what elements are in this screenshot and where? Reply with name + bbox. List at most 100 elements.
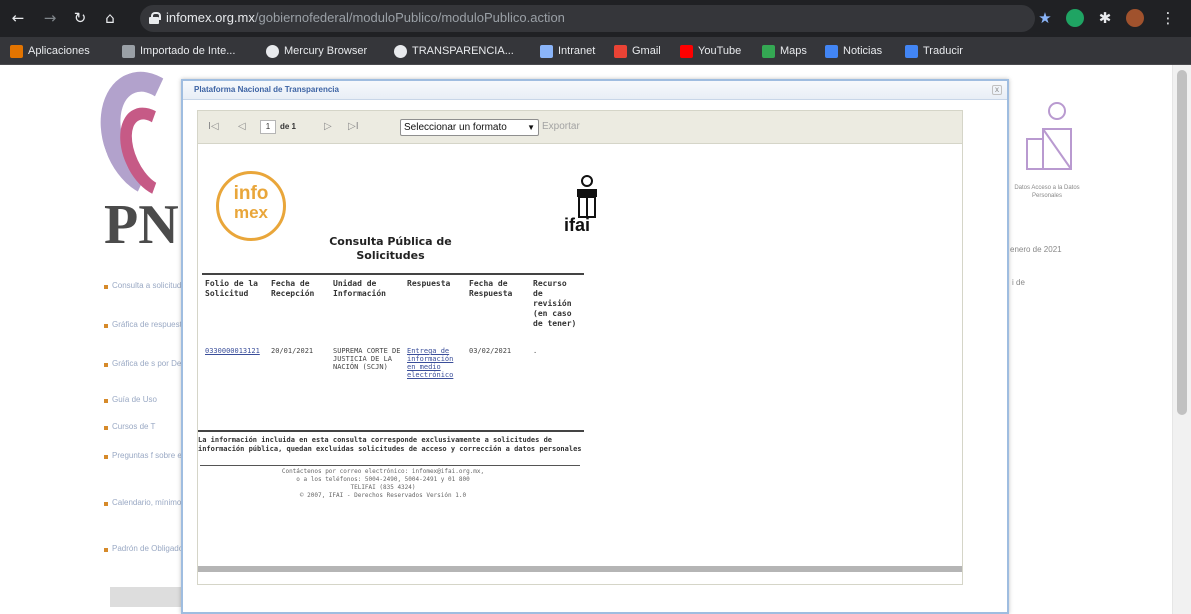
gmail-icon — [614, 44, 627, 58]
infomex-logo-line1: info — [233, 183, 269, 204]
bookmark-gmail[interactable]: Gmail — [614, 43, 661, 59]
contact-line: © 2007, IFAI - Derechos Reservados Versi… — [299, 492, 467, 499]
address-bar[interactable]: infomex.org.mx/gobiernofederal/moduloPub… — [140, 5, 1035, 32]
extensions-puzzle-icon[interactable]: ✱ — [1095, 8, 1115, 28]
bullet-icon — [104, 502, 108, 506]
side-link[interactable]: Cursos de T — [112, 422, 187, 432]
contact-line: o a los teléfonos: 5004-2490, 5004-2491 … — [296, 476, 470, 483]
profile-avatar-icon[interactable] — [1126, 9, 1144, 27]
chevron-down-icon: ▼ — [527, 123, 535, 132]
footer-image — [110, 587, 182, 607]
bookmark-transparencia[interactable]: TRANSPARENCIA... — [394, 43, 514, 59]
respuesta-link[interactable]: Entrega de información en medio electrón… — [407, 347, 453, 379]
folder-icon — [122, 44, 135, 58]
home-icon[interactable]: ⌂ — [100, 8, 120, 28]
report-modal: Plataforma Nacional de Transparencia x I… — [181, 79, 1009, 614]
bullet-icon — [104, 548, 108, 552]
side-link[interactable]: Gráfica de respuestas a s — [112, 320, 187, 330]
fecha-respuesta-cell: 03/02/2021 — [469, 347, 512, 355]
side-link[interactable]: Calendario, mínimos de la Nacional de Tr — [112, 498, 187, 508]
last-page-icon[interactable]: ▷I — [348, 121, 359, 132]
folio-cell[interactable]: 0330000013121 — [202, 345, 268, 381]
browser-toolbar: ← → ↻ ⌂ infomex.org.mx/gobiernofederal/m… — [0, 0, 1191, 37]
bookmark-label: YouTube — [698, 45, 742, 57]
export-format-select[interactable]: Seleccionar un formato ▼ — [400, 119, 539, 136]
bookmark-imported[interactable]: Importado de Inte... — [122, 43, 235, 59]
bookmark-youtube[interactable]: YouTube — [680, 43, 741, 59]
next-page-icon[interactable]: ▷ — [324, 121, 332, 132]
contact-info: Contáctenos por correo electrónico: info… — [258, 468, 508, 500]
bookmark-label: Importado de Inte... — [140, 45, 236, 57]
news-icon — [825, 44, 838, 58]
side-link[interactable]: Padrón de Obligados — [112, 544, 187, 554]
bg-right-caption: Datos Acceso a la Datos Personales — [1014, 185, 1080, 199]
url-text[interactable]: infomex.org.mx/gobiernofederal/moduloPub… — [166, 10, 565, 25]
bookmarks-bar: Aplicaciones Importado de Inte... Mercur… — [0, 37, 1191, 65]
translate-icon — [905, 44, 918, 58]
bookmark-traducir[interactable]: Traducir — [905, 43, 963, 59]
prev-page-icon[interactable]: ◁ — [238, 121, 246, 132]
modal-titlebar: Plataforma Nacional de Transparencia x — [183, 81, 1007, 100]
bookmark-label: Noticias — [843, 45, 883, 57]
url-path: /gobiernofederal/moduloPublico/moduloPub… — [254, 10, 565, 25]
bookmark-mercury[interactable]: Mercury Browser — [266, 43, 367, 59]
table-row: 0330000013121 20/01/2021 SUPREMA CORTE D… — [202, 345, 584, 381]
extension-green-icon[interactable] — [1066, 9, 1084, 27]
report-title: Consulta Pública de Solicitudes — [329, 235, 452, 262]
divider — [200, 465, 580, 466]
back-arrow-icon[interactable]: ← — [8, 8, 28, 28]
bookmark-maps[interactable]: Maps — [762, 43, 807, 59]
report-viewer: I◁ ◁ 1 de 1 ▷ ▷I Seleccionar un formato … — [197, 110, 963, 585]
recurso-cell: . — [533, 347, 538, 355]
ifai-logo-text: ifai — [564, 215, 591, 235]
forward-arrow-icon[interactable]: → — [40, 8, 60, 28]
column-header: Fecha de Recepción — [268, 273, 330, 331]
close-icon[interactable]: x — [992, 85, 1002, 95]
intranet-icon — [540, 44, 553, 58]
report-toolbar: I◁ ◁ 1 de 1 ▷ ▷I Seleccionar un formato … — [198, 111, 962, 144]
side-link[interactable]: Guía de Uso — [112, 395, 187, 405]
side-link[interactable]: Preguntas f sobre el acceso información … — [112, 451, 187, 461]
bookmark-label: Traducir — [923, 45, 963, 57]
report-horizontal-scrollbar[interactable] — [198, 566, 962, 572]
bookmark-noticias[interactable]: Noticias — [825, 43, 882, 59]
column-header: Folio de la Solicitud — [202, 273, 268, 331]
side-link[interactable]: Gráfica de s por Dependen — [112, 359, 187, 369]
bookmark-label: Gmail — [632, 45, 661, 57]
respuesta-cell[interactable]: Entrega de información en medio electrón… — [404, 345, 466, 381]
bullet-icon — [104, 285, 108, 289]
menu-kebab-icon[interactable]: ⋮ — [1158, 8, 1178, 28]
lock-icon — [149, 12, 161, 24]
bullet-icon — [104, 426, 108, 430]
bg-text-fragment: i de — [1012, 278, 1025, 287]
results-table: Folio de la Solicitud Fecha de Recepción… — [202, 273, 584, 381]
bookmark-star-icon[interactable]: ★ — [1035, 8, 1055, 28]
bookmark-intranet[interactable]: Intranet — [540, 43, 595, 59]
folio-link[interactable]: 0330000013121 — [205, 347, 260, 355]
contact-line: TELIFAI (835 4324) — [350, 484, 416, 491]
bookmark-apps[interactable]: Aplicaciones — [10, 43, 90, 59]
page-number-input[interactable]: 1 — [260, 120, 276, 134]
youtube-icon — [680, 44, 693, 58]
infomex-logo-line2: mex — [233, 203, 269, 222]
infomex-logo: info mex — [216, 171, 286, 241]
side-link[interactable]: Consulta a solicitudes — [112, 281, 187, 291]
column-header: Respuesta — [404, 273, 466, 331]
bullet-icon — [104, 324, 108, 328]
maps-icon — [762, 44, 775, 58]
bookmark-label: Intranet — [558, 45, 596, 57]
bookmark-label: TRANSPARENCIA... — [412, 45, 514, 57]
page-scrollbar[interactable] — [1172, 65, 1191, 614]
table-header-row: Folio de la Solicitud Fecha de Recepción… — [202, 273, 584, 331]
bookmark-label: Mercury Browser — [284, 45, 368, 57]
contact-line: Contáctenos por correo electrónico: info… — [281, 468, 485, 475]
reload-icon[interactable]: ↻ — [70, 8, 90, 28]
table-spacer — [202, 331, 584, 345]
pnt-logo-text: PN — [104, 194, 179, 256]
globe-icon — [266, 44, 279, 58]
export-link[interactable]: Exportar — [542, 121, 580, 132]
first-page-icon[interactable]: I◁ — [208, 121, 219, 132]
column-header: Fecha de Respuesta — [466, 273, 530, 331]
scrollbar-thumb[interactable] — [1177, 70, 1187, 415]
unidad-cell: SUPREMA CORTE DE JUSTICIA DE LA NACIÓN (… — [333, 347, 401, 371]
